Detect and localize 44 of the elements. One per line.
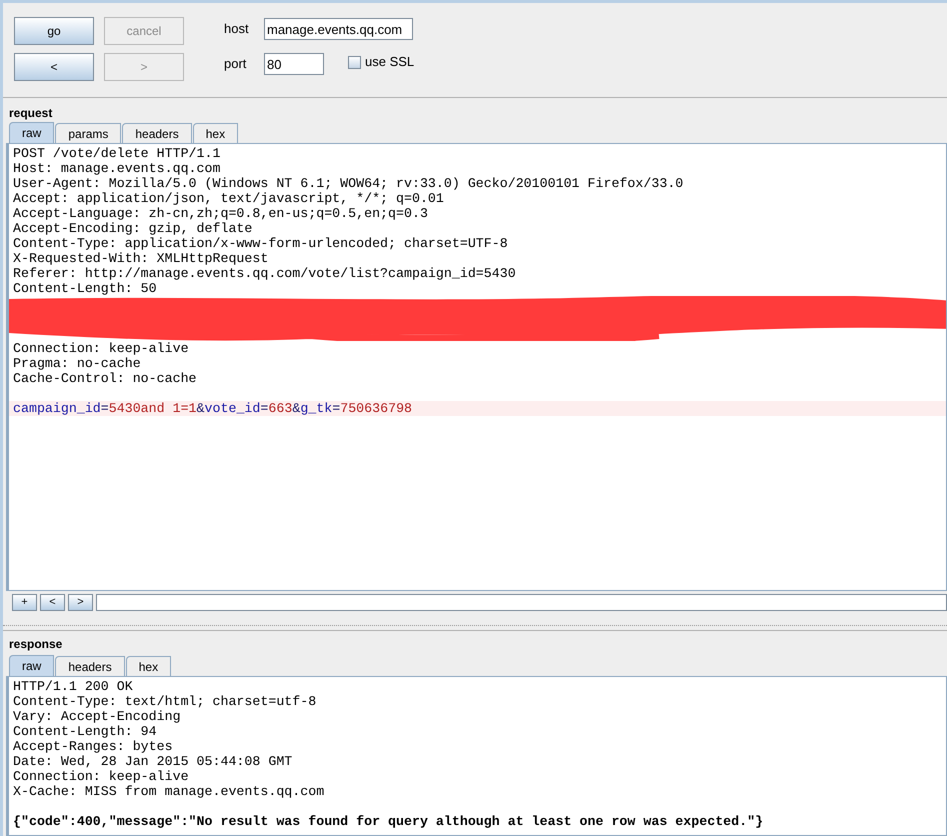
code-line: Content-Length: 50 xyxy=(12,281,158,296)
code-line: Content-Length: 94 xyxy=(12,724,158,739)
code-line: Content-Type: text/html; charset=utf-8 xyxy=(12,694,318,709)
tab[interactable]: headers xyxy=(122,123,192,143)
code-line: Connection: keep-alive xyxy=(12,341,190,356)
host-field[interactable]: manage.events.qq.com xyxy=(264,18,413,40)
host-label: host xyxy=(224,20,250,38)
tab[interactable]: raw xyxy=(9,655,54,676)
tab[interactable]: hex xyxy=(192,123,238,143)
code-line: Pragma: no-cache xyxy=(12,356,142,371)
tab[interactable]: params xyxy=(55,123,122,143)
code-line: Cache-Control: no-cache xyxy=(12,371,198,386)
code-line: {"code":400,"message":"No result was found for query although at least one row was expected."} xyxy=(12,814,764,829)
editor-area[interactable] xyxy=(6,143,947,591)
ssl-checkbox[interactable] xyxy=(348,56,361,68)
tab[interactable]: raw xyxy=(9,122,54,143)
code-line: POST /vote/delete HTTP/1.1 xyxy=(12,146,222,161)
code-line: Accept: application/json, text/javascript, */*; q=0.01 xyxy=(12,191,445,206)
port-field[interactable]: 80 xyxy=(264,53,324,75)
tab[interactable]: hex xyxy=(126,656,172,676)
code-line: Date: Wed, 28 Jan 2015 05:44:08 GMT xyxy=(12,754,294,769)
ssl-label: use SSL xyxy=(365,53,414,72)
tab[interactable]: headers xyxy=(55,656,125,676)
code-line: Host: manage.events.qq.com xyxy=(12,161,222,176)
code-line: HTTP/1.1 200 OK xyxy=(12,679,134,694)
nav-button[interactable]: > xyxy=(68,594,93,611)
code-line: X-Requested-With: XMLHttpRequest xyxy=(12,251,270,266)
code-line: Accept-Encoding: gzip, deflate xyxy=(12,221,254,236)
nav-button[interactable]: + xyxy=(12,594,37,611)
code-line: User-Agent: Mozilla/5.0 (Windows NT 6.1; WOW64; rv:33.0) Gecko/20100101 Firefox/33.0 xyxy=(12,176,684,191)
button[interactable]: go xyxy=(14,17,94,45)
code-line: Content-Type: application/x-www-form-urlencoded; charset=UTF-8 xyxy=(12,236,509,251)
panel-title: response xyxy=(8,636,64,653)
nav-button[interactable]: < xyxy=(40,594,65,611)
code-line: Accept-Language: zh-cn,zh;q=0.8,en-us;q=0.5,en;q=0.3 xyxy=(12,206,429,221)
code-line: Accept-Ranges: bytes xyxy=(12,739,174,754)
code-line: Referer: http://manage.events.qq.com/vote/list?campaign_id=5430 xyxy=(12,266,517,281)
code-line: Connection: keep-alive xyxy=(12,769,190,784)
panel-title: request xyxy=(8,105,54,122)
code-line: X-Cache: MISS from manage.events.qq.com xyxy=(12,784,326,799)
search-field[interactable] xyxy=(96,594,947,611)
port-label: port xyxy=(224,55,248,74)
button[interactable]: < xyxy=(14,53,94,81)
code-line: Vary: Accept-Encoding xyxy=(12,709,182,724)
